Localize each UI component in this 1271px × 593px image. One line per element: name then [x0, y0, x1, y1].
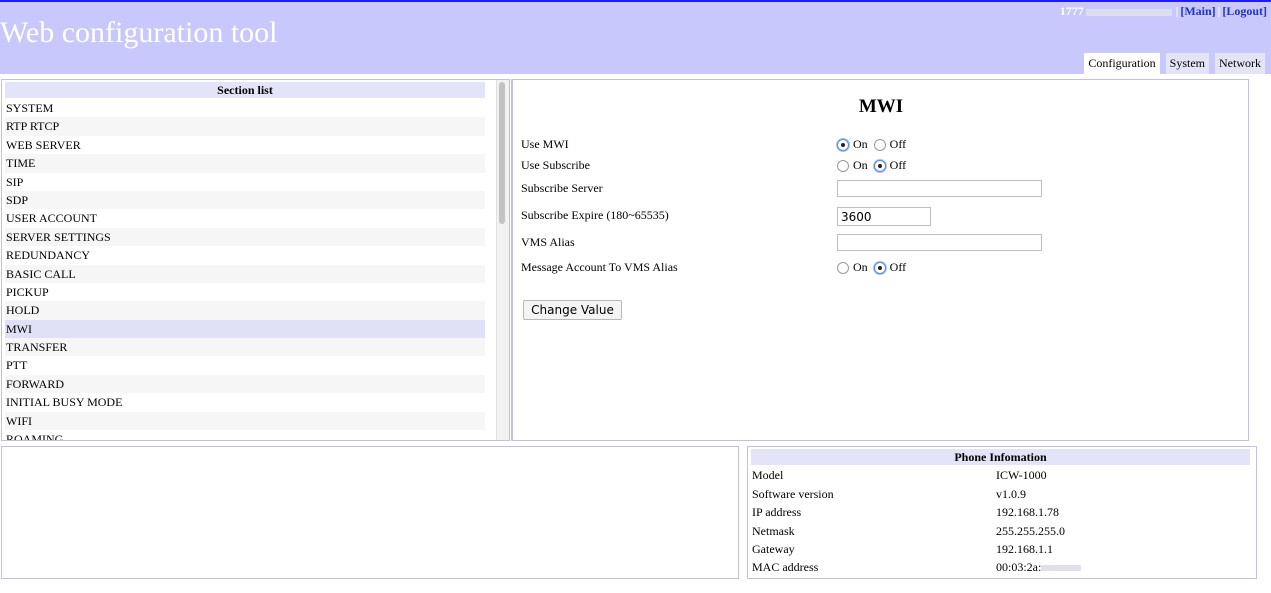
use-subscribe-off-label: Off	[889, 158, 907, 172]
section-item-sdp[interactable]: SDP	[5, 190, 485, 210]
section-item-time[interactable]: TIME	[5, 154, 485, 173]
info-value: 255.255.255.0	[996, 523, 1065, 538]
info-value: 00:03:2a:	[996, 558, 1082, 576]
subscribe-server-input[interactable]	[837, 180, 1042, 197]
section-item-sip[interactable]: SIP	[5, 173, 485, 191]
use-mwi-off-label: Off	[889, 137, 907, 151]
section-list: SYSTEM RTP RTCP WEB SERVER TIME SIP SDP USER A…	[5, 99, 485, 440]
info-key: MAC address	[752, 560, 819, 574]
section-item-web-server[interactable]: WEB SERVER	[5, 136, 485, 154]
info-value: 192.168.1.1	[996, 542, 1053, 556]
info-row-gateway: Gateway 192.168.1.1	[752, 540, 1252, 558]
msg-account-vms-on-label: On	[853, 260, 868, 274]
info-row-mac: MAC address 00:03:2a:	[752, 558, 1252, 576]
section-item-ptt[interactable]: PTT	[5, 356, 485, 374]
info-row-ip: IP address 192.168.1.78	[752, 503, 1252, 521]
use-subscribe-on-radio[interactable]	[837, 159, 849, 172]
empty-panel	[1, 446, 739, 579]
info-row-software: Software version v1.0.9	[752, 485, 1252, 503]
subscribe-expire-label: Subscribe Expire (180~65535)	[521, 208, 669, 222]
tab-configuration[interactable]: Configuration	[1084, 53, 1160, 74]
vms-alias-label: VMS Alias	[521, 235, 575, 249]
tab-network[interactable]: Network	[1215, 53, 1265, 74]
use-subscribe-label: Use Subscribe	[521, 158, 590, 172]
content-title: MWI	[858, 96, 904, 117]
user-id: 1777	[1059, 4, 1084, 18]
subscribe-server-label: Subscribe Server	[521, 181, 603, 195]
info-row-model: Model ICW-1000	[752, 466, 1252, 484]
header-bar: Web configuration tool 1777 | [Main] | [Logo…	[0, 0, 1271, 74]
msg-account-vms-label: Message Account To VMS Alias	[521, 260, 678, 274]
section-item-system[interactable]: SYSTEM	[5, 99, 485, 117]
site-title: Web configuration tool	[0, 16, 278, 49]
section-list-scroll-thumb[interactable]	[499, 82, 505, 224]
section-item-transfer[interactable]: TRANSFER	[5, 338, 485, 357]
section-item-pickup[interactable]: PICKUP	[5, 283, 485, 301]
info-key: Model	[752, 468, 784, 482]
phone-info-heading: Phone Infomation	[751, 449, 1250, 465]
section-item-mwi[interactable]: MWI	[5, 319, 485, 339]
section-item-redundancy[interactable]: REDUNDANCY	[5, 246, 485, 264]
use-mwi-radio-group: On Off	[837, 137, 912, 152]
logout-link[interactable]: [Logout]	[1222, 4, 1267, 18]
subscribe-expire-input[interactable]	[837, 207, 931, 226]
section-item-hold[interactable]: HOLD	[5, 301, 485, 320]
use-mwi-on-label: On	[853, 137, 868, 151]
section-list-heading: Section list	[5, 82, 485, 98]
use-subscribe-off-radio[interactable]	[873, 159, 886, 172]
change-value-button[interactable]: Change Value	[523, 300, 622, 320]
mac-prefix: 00:03:2a:	[996, 560, 1042, 574]
section-list-panel: Section list SYSTEM RTP RTCP WEB SERVER TIM…	[1, 79, 510, 441]
section-item-rtp-rtcp[interactable]: RTP RTCP	[5, 117, 485, 136]
info-key: Gateway	[752, 542, 795, 556]
section-item-server-settings[interactable]: SERVER SETTINGS	[5, 227, 485, 247]
info-row-netmask: Netmask 255.255.255.0	[752, 522, 1252, 540]
info-value: 192.168.1.78	[996, 505, 1059, 519]
section-item-wifi[interactable]: WIFI	[5, 411, 485, 431]
user-bar: 1777 | [Main] | [Logout]	[1059, 4, 1267, 18]
redacted-mac-suffix	[1041, 565, 1082, 572]
use-mwi-off-radio[interactable]	[873, 138, 886, 151]
info-value: ICW-1000	[996, 468, 1047, 482]
info-key: Netmask	[752, 523, 795, 538]
use-mwi-label: Use MWI	[521, 137, 569, 151]
section-item-forward[interactable]: FORWARD	[5, 374, 485, 394]
mwi-settings-panel: MWI Use MWI On Off Use Subscribe On Off …	[511, 79, 1249, 441]
section-item-basic-call[interactable]: BASIC CALL	[5, 264, 485, 283]
tab-system[interactable]: System	[1165, 53, 1209, 74]
info-value: v1.0.9	[996, 486, 1026, 501]
use-mwi-on-radio[interactable]	[837, 138, 849, 151]
use-subscribe-radio-group: On Off	[837, 158, 912, 173]
msg-account-vms-radio-group: On Off	[837, 260, 912, 275]
section-item-user-account[interactable]: USER ACCOUNT	[5, 209, 485, 227]
msg-account-vms-off-radio[interactable]	[873, 261, 886, 274]
msg-account-vms-off-label: Off	[889, 260, 907, 274]
main-link[interactable]: [Main]	[1180, 4, 1215, 18]
vms-alias-input[interactable]	[837, 234, 1042, 251]
info-key: Software version	[752, 486, 834, 501]
redacted-user-name	[1085, 8, 1172, 16]
phone-info-panel: Phone Infomation Model ICW-1000 Software…	[747, 446, 1257, 579]
section-item-roaming[interactable]: ROAMING	[5, 430, 485, 440]
info-key: IP address	[752, 505, 802, 519]
top-tabs: Configuration System Network	[1084, 53, 1265, 74]
section-item-initial-busy-mode[interactable]: INITIAL BUSY MODE	[5, 393, 485, 411]
use-subscribe-on-label: On	[853, 158, 868, 172]
msg-account-vms-on-radio[interactable]	[837, 261, 849, 274]
